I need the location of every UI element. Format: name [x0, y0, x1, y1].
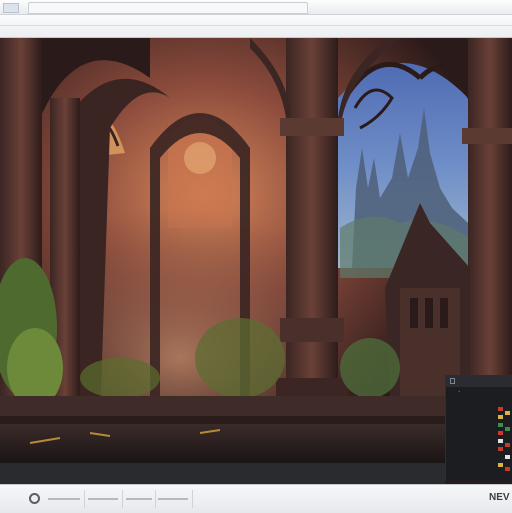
panel-toggle-icon[interactable] [450, 378, 455, 384]
status-bar: NEV [0, 484, 512, 513]
panel-line: • [458, 389, 466, 394]
status-divider [192, 490, 193, 508]
color-chip[interactable] [498, 447, 503, 451]
settings-icon[interactable] [29, 493, 40, 504]
status-divider [155, 490, 156, 508]
color-chip[interactable] [498, 407, 503, 411]
gothic-hall-painting [0, 38, 512, 484]
image-viewport[interactable] [0, 38, 512, 484]
status-field-2 [88, 498, 118, 500]
color-chip[interactable] [505, 427, 510, 431]
color-chip[interactable] [498, 423, 503, 427]
color-chip[interactable] [498, 439, 503, 443]
title-bar [0, 0, 512, 15]
panel-header [446, 375, 512, 387]
color-chip[interactable] [505, 455, 510, 459]
color-chip[interactable] [505, 443, 510, 447]
color-chip[interactable] [498, 463, 503, 467]
toolbar [0, 15, 512, 38]
color-chip[interactable] [498, 415, 503, 419]
panel-list: • [458, 389, 500, 394]
color-chip[interactable] [505, 467, 510, 471]
status-divider [122, 490, 123, 508]
color-chip[interactable] [505, 411, 510, 415]
toolbar-divider [0, 25, 512, 26]
app-icon[interactable] [3, 3, 19, 13]
status-field-3 [126, 498, 152, 500]
status-divider [84, 490, 85, 508]
status-field-4 [158, 498, 188, 500]
color-chip[interactable] [498, 431, 503, 435]
viewport-base [0, 463, 445, 484]
document-tab[interactable] [28, 2, 308, 14]
status-field-1 [48, 498, 80, 500]
zoom-label[interactable]: NEV [489, 492, 510, 503]
